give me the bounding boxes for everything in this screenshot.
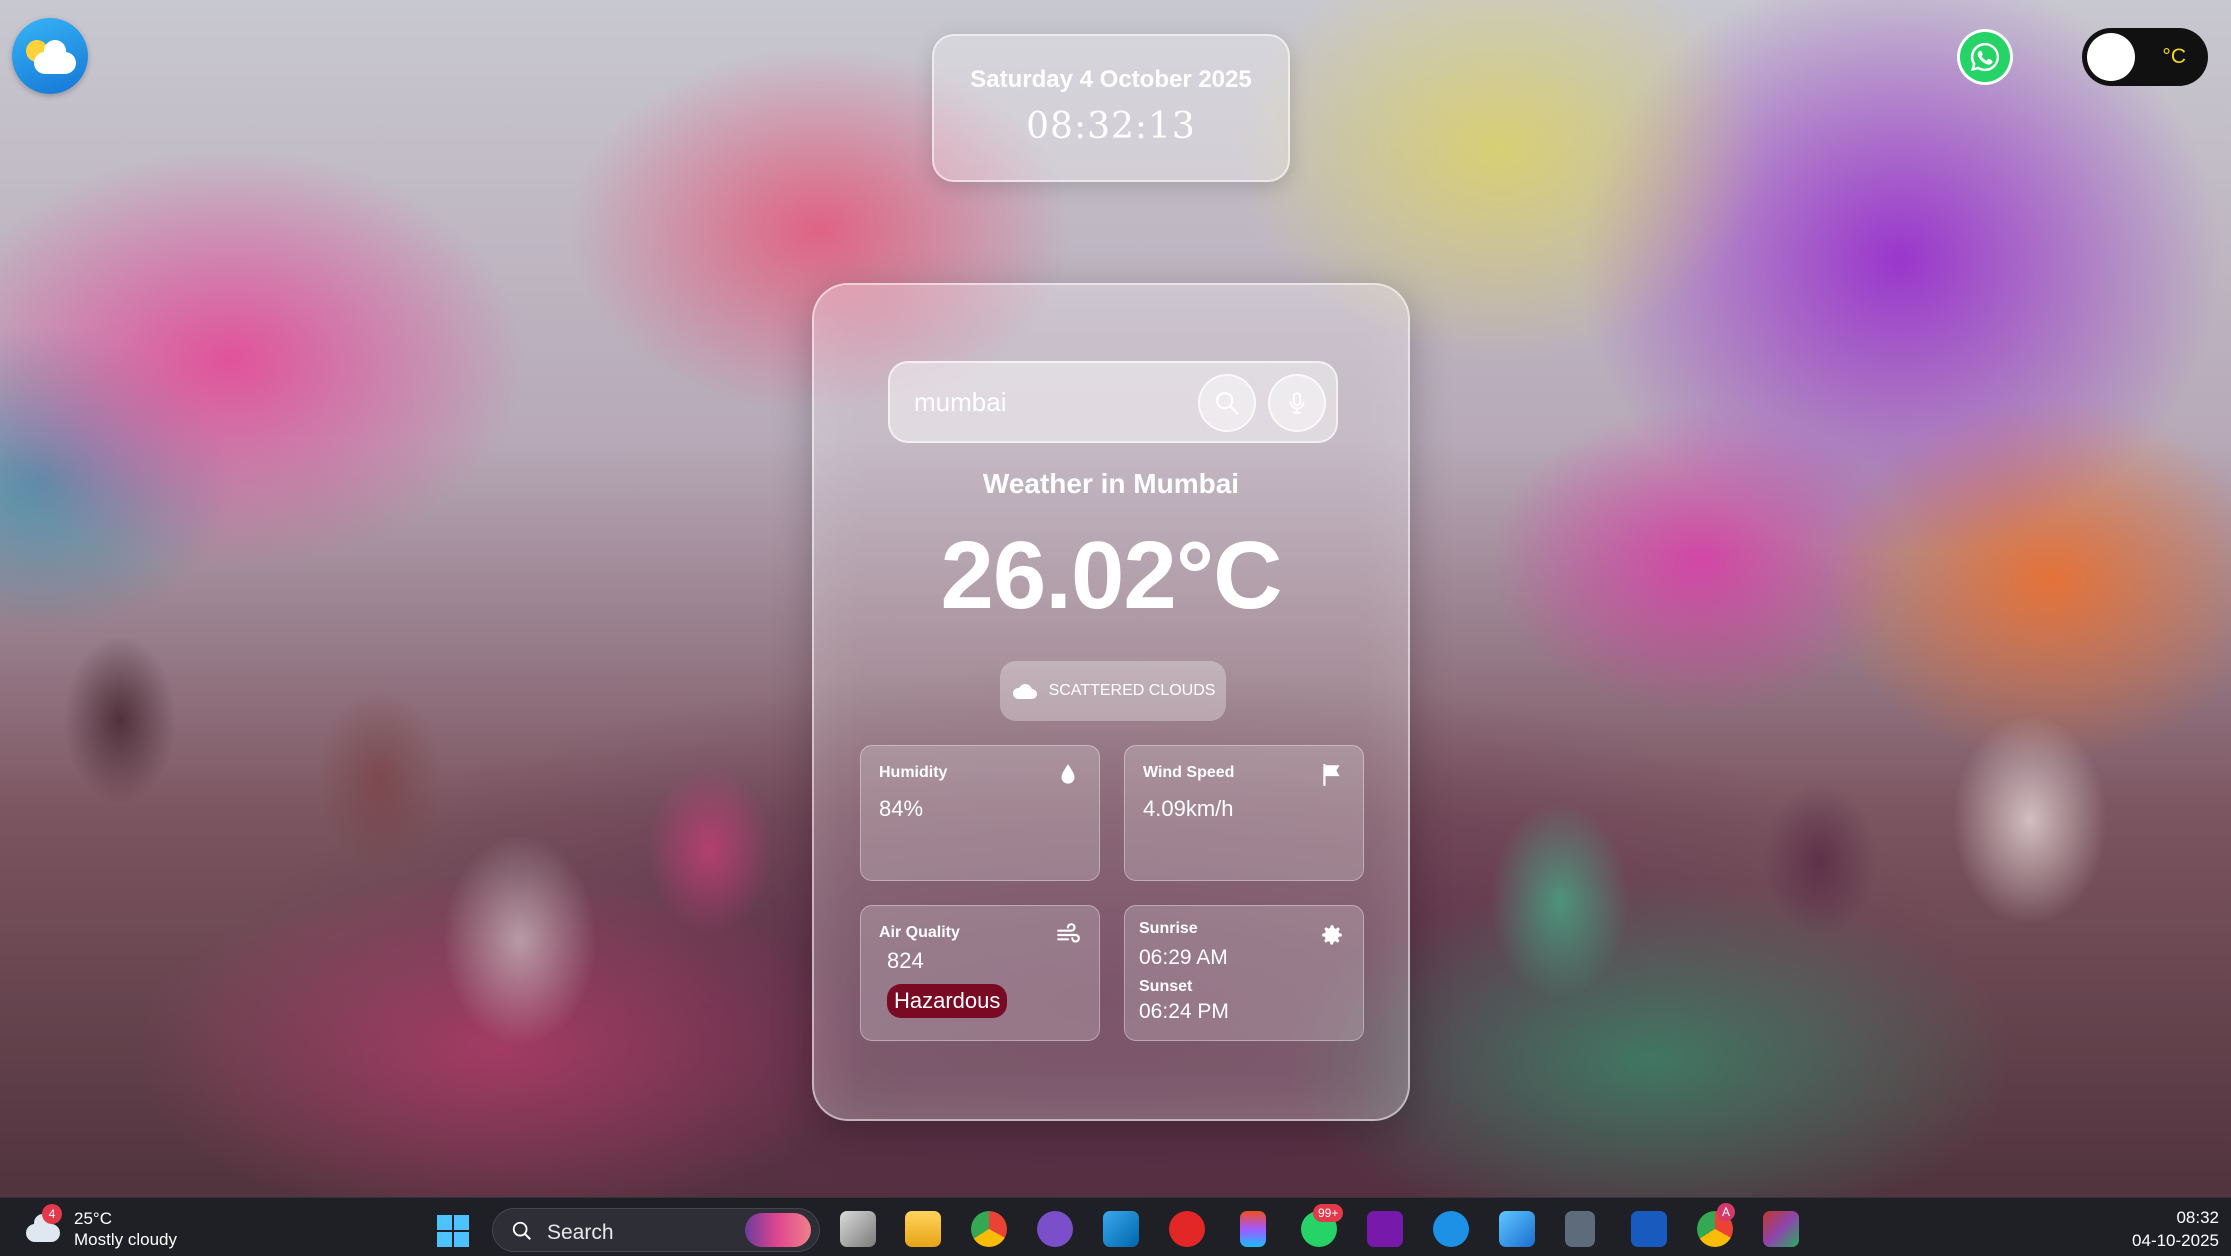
taskbar-clock-date[interactable]: 04-10-2025 [2132,1231,2219,1251]
search-icon [1215,391,1239,415]
word-icon[interactable] [1631,1211,1667,1247]
current-time: 08:32:13 [1026,106,1196,147]
app-logo-icon [12,18,88,94]
docker-icon[interactable] [1433,1211,1469,1247]
taskbar-weather-temp[interactable]: 25°C [74,1209,112,1229]
air-quality-status-badge: Hazardous [887,984,1008,1018]
taskbar-clock-time[interactable]: 08:32 [2176,1208,2219,1228]
air-quality-label: Air Quality [879,924,960,941]
temperature-value: 26.02°C [940,522,1283,629]
taskbar-weather-icon[interactable]: 4 [24,1204,64,1248]
condition-text: SCATTERED CLOUDS [1048,682,1216,699]
taskbar-search[interactable]: Search [492,1208,820,1252]
microphone-icon [1289,392,1305,414]
condition-badge: SCATTERED CLOUDS [1000,661,1226,721]
taskbar-weather-condition[interactable]: Mostly cloudy [74,1230,177,1250]
location-title: Weather in Mumbai [982,468,1240,499]
unit-toggle[interactable]: °C [2082,28,2208,86]
weather-notification-badge: 4 [42,1204,62,1224]
sunset-value: 06:24 PM [1139,1000,1229,1023]
taskbar-search-placeholder: Search [547,1221,614,1244]
humidity-label: Humidity [879,764,948,781]
search-button[interactable] [1198,374,1256,432]
air-quality-tile: Air Quality 824 Hazardous [860,905,1100,1041]
search-icon [512,1221,531,1240]
whatsapp-unread-badge: 99+ [1313,1204,1344,1222]
wind-icon [1057,923,1080,943]
current-date: Saturday 4 October 2025 [970,66,1252,93]
water-drop-icon [1061,764,1075,784]
date-time-panel: Saturday 4 October 2025 08:32:13 [932,34,1290,182]
humidity-tile: Humidity 84% [860,745,1100,881]
sunrise-label: Sunrise [1139,920,1198,937]
vscode-icon[interactable] [1103,1211,1139,1247]
toggle-knob [2087,33,2135,81]
wind-speed-label: Wind Speed [1143,764,1235,781]
winrar-icon[interactable] [1763,1211,1799,1247]
gear-icon [1322,925,1342,945]
photos-icon[interactable] [1499,1211,1535,1247]
search-input[interactable]: mumbai [914,387,1006,418]
onenote-icon[interactable] [1367,1211,1403,1247]
figma-icon[interactable] [1240,1211,1266,1247]
sunset-label: Sunset [1139,978,1193,995]
air-quality-value: 824 [887,948,924,973]
cloud-icon [1012,684,1037,699]
voice-search-button[interactable] [1268,374,1326,432]
chrome-profile-badge: A [1717,1203,1736,1221]
sunrise-value: 06:29 AM [1139,946,1228,969]
humidity-value: 84% [879,796,924,821]
chrome-icon[interactable] [971,1211,1007,1247]
search-highlight-image [745,1213,811,1247]
search-bar[interactable]: mumbai [888,361,1338,443]
youtube-music-icon[interactable] [1169,1211,1205,1247]
file-explorer-icon[interactable] [905,1211,941,1247]
calculator-icon[interactable] [1565,1211,1595,1247]
task-view-icon[interactable] [840,1211,876,1247]
sun-times-tile: Sunrise 06:29 AM Sunset 06:24 PM [1124,905,1364,1041]
wind-speed-tile: Wind Speed 4.09km/h [1124,745,1364,881]
taskbar: 4 25°C Mostly cloudy Search 99+ A 08:32 … [0,1197,2231,1256]
start-icon[interactable] [436,1214,470,1248]
unit-label: °C [2162,45,2186,68]
whatsapp-icon[interactable] [1957,29,2013,85]
github-icon[interactable] [1037,1211,1073,1247]
flag-icon [1323,764,1340,786]
weather-card: mumbai Weather in Mumbai 26.02°C SCATTER… [812,283,1410,1121]
wind-speed-value: 4.09km/h [1143,796,1234,821]
